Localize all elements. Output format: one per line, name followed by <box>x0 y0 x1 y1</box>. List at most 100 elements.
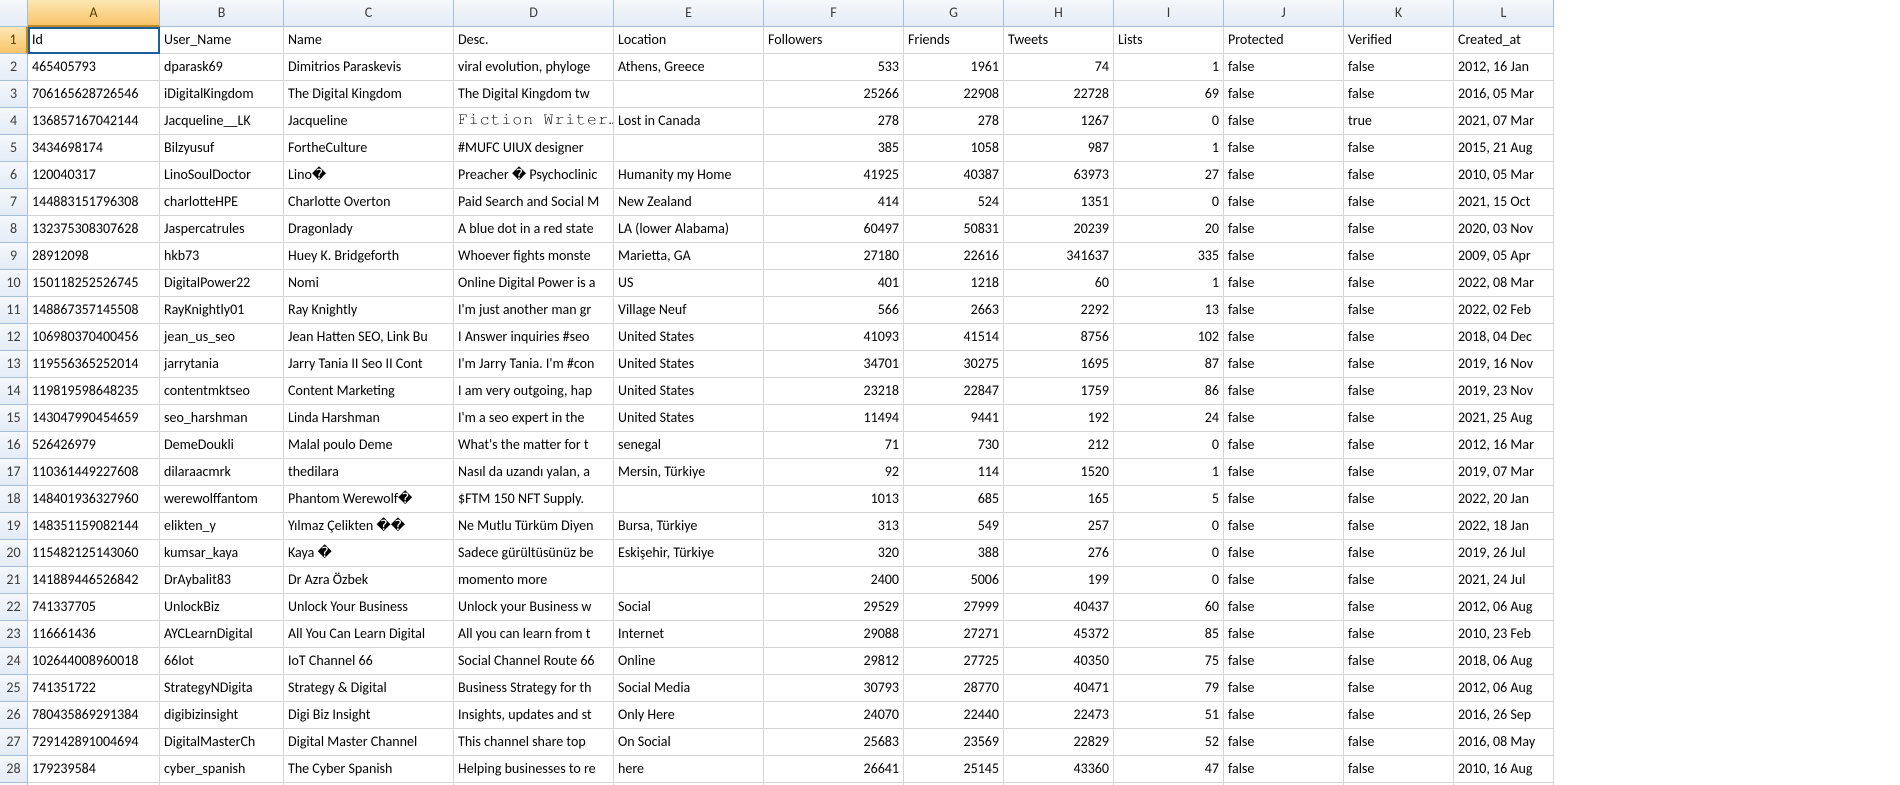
cell[interactable]: false <box>1344 351 1454 378</box>
cell[interactable]: 22473 <box>1004 702 1114 729</box>
cell[interactable]: Kaya � <box>284 540 454 567</box>
cell[interactable]: false <box>1224 81 1344 108</box>
cell[interactable]: 22847 <box>904 378 1004 405</box>
cell[interactable]: 2018, 04 Dec <box>1454 324 1554 351</box>
cell[interactable]: 63973 <box>1004 162 1114 189</box>
row-header-11[interactable]: 11 <box>0 297 28 324</box>
cell[interactable]: I am very outgoing, hap <box>454 378 614 405</box>
cell[interactable]: false <box>1224 756 1344 783</box>
cell[interactable]: false <box>1344 567 1454 594</box>
col-header-A[interactable]: A <box>28 0 160 27</box>
cell[interactable]: jarrytania <box>160 351 284 378</box>
col-header-E[interactable]: E <box>614 0 764 27</box>
cell[interactable]: Social Media <box>614 675 764 702</box>
cell[interactable]: 29529 <box>764 594 904 621</box>
row-header-15[interactable]: 15 <box>0 405 28 432</box>
cell[interactable]: 9441 <box>904 405 1004 432</box>
cell[interactable]: 465405793 <box>28 54 160 81</box>
cell[interactable]: I'm just another man gr <box>454 297 614 324</box>
cell[interactable]: The Cyber Spanish <box>284 756 454 783</box>
cell[interactable]: false <box>1344 243 1454 270</box>
cell[interactable]: false <box>1344 216 1454 243</box>
col-header-K[interactable]: K <box>1344 0 1454 27</box>
cell[interactable]: seo_harshman <box>160 405 284 432</box>
cell[interactable]: Social <box>614 594 764 621</box>
col-header-F[interactable]: F <box>764 0 904 27</box>
cell[interactable]: 566 <box>764 297 904 324</box>
cell[interactable]: 27999 <box>904 594 1004 621</box>
cell[interactable]: 47 <box>1114 756 1224 783</box>
cell[interactable]: 5 <box>1114 486 1224 513</box>
cell[interactable]: Digi Biz Insight <box>284 702 454 729</box>
cell[interactable]: This channel share top <box>454 729 614 756</box>
cell[interactable]: RayKnightly01 <box>160 297 284 324</box>
cell[interactable]: 780435869291384 <box>28 702 160 729</box>
row-header-28[interactable]: 28 <box>0 756 28 783</box>
cell[interactable]: Athens, Greece <box>614 54 764 81</box>
cell[interactable] <box>614 567 764 594</box>
cell[interactable]: 66Iot <box>160 648 284 675</box>
cell[interactable]: werewolffantom <box>160 486 284 513</box>
cell[interactable]: Ne Mutlu Türküm Diyen <box>454 513 614 540</box>
cell[interactable]: 199 <box>1004 567 1114 594</box>
cell[interactable]: 23218 <box>764 378 904 405</box>
row-header-3[interactable]: 3 <box>0 81 28 108</box>
cell[interactable]: 141889446526842 <box>28 567 160 594</box>
cell[interactable]: Ray Knightly <box>284 297 454 324</box>
cell[interactable]: 45372 <box>1004 621 1114 648</box>
row-header-9[interactable]: 9 <box>0 243 28 270</box>
cell[interactable]: 75 <box>1114 648 1224 675</box>
cell[interactable]: 20239 <box>1004 216 1114 243</box>
cell[interactable]: 524 <box>904 189 1004 216</box>
cell[interactable]: A blue dot in a red state <box>454 216 614 243</box>
cell[interactable]: false <box>1344 270 1454 297</box>
row-header-17[interactable]: 17 <box>0 459 28 486</box>
row-header-8[interactable]: 8 <box>0 216 28 243</box>
cell[interactable]: 25266 <box>764 81 904 108</box>
col-header-D[interactable]: D <box>454 0 614 27</box>
cell[interactable]: 2021, 24 Jul <box>1454 567 1554 594</box>
cell[interactable]: 22829 <box>1004 729 1114 756</box>
cell[interactable]: elikten_y <box>160 513 284 540</box>
cell[interactable]: jean_us_seo <box>160 324 284 351</box>
cell[interactable]: 136857167042144 <box>28 108 160 135</box>
cell[interactable]: Dragonlady <box>284 216 454 243</box>
cell[interactable]: 41093 <box>764 324 904 351</box>
cell[interactable]: Huey K. Bridgeforth <box>284 243 454 270</box>
cell[interactable]: 0 <box>1114 432 1224 459</box>
cell[interactable]: contentmktseo <box>160 378 284 405</box>
cell[interactable]: 148351159082144 <box>28 513 160 540</box>
cell[interactable]: Marietta, GA <box>614 243 764 270</box>
cell[interactable]: 26641 <box>764 756 904 783</box>
cell[interactable]: 60 <box>1004 270 1114 297</box>
cell[interactable]: 115482125143060 <box>28 540 160 567</box>
cell[interactable]: 1351 <box>1004 189 1114 216</box>
row-header-18[interactable]: 18 <box>0 486 28 513</box>
cell[interactable]: 148867357145508 <box>28 297 160 324</box>
col-header-C[interactable]: C <box>284 0 454 27</box>
cell[interactable]: hkb73 <box>160 243 284 270</box>
cell[interactable]: Humanity my Home <box>614 162 764 189</box>
cell[interactable]: Insights, updates and st <box>454 702 614 729</box>
cell[interactable]: 50831 <box>904 216 1004 243</box>
cell[interactable]: Nomi <box>284 270 454 297</box>
cell[interactable]: 0 <box>1114 108 1224 135</box>
cell[interactable]: false <box>1224 108 1344 135</box>
cell[interactable]: What's the matter for t <box>454 432 614 459</box>
cell[interactable]: 60497 <box>764 216 904 243</box>
row-header-27[interactable]: 27 <box>0 729 28 756</box>
cell[interactable]: 92 <box>764 459 904 486</box>
row-header-1[interactable]: 1 <box>0 27 28 54</box>
cell[interactable]: Social Channel Route 66 <box>454 648 614 675</box>
cell[interactable] <box>614 81 764 108</box>
cell[interactable]: false <box>1344 486 1454 513</box>
cell[interactable]: 1218 <box>904 270 1004 297</box>
cell[interactable]: Jacqueline__LK <box>160 108 284 135</box>
cell[interactable]: 1013 <box>764 486 904 513</box>
cell[interactable]: 5006 <box>904 567 1004 594</box>
row-header-12[interactable]: 12 <box>0 324 28 351</box>
cell[interactable]: false <box>1344 135 1454 162</box>
cell[interactable]: 0 <box>1114 567 1224 594</box>
cell[interactable]: Unlock your Business w <box>454 594 614 621</box>
cell[interactable]: The Digital Kingdom <box>284 81 454 108</box>
